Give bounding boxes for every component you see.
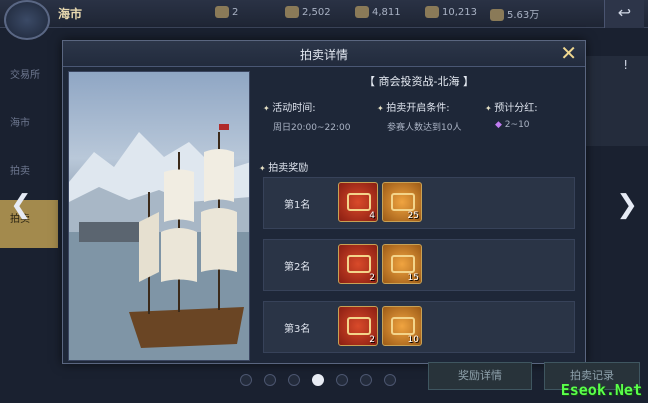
open-condition: 拍卖开启条件: 参赛人数达到10人: [377, 99, 461, 133]
chest-icon: [391, 193, 415, 211]
next-arrow-icon[interactable]: ❯: [616, 190, 638, 220]
page-dot[interactable]: [336, 374, 348, 386]
event-title: 【 商会投资战-北海 】: [364, 75, 474, 88]
background-panel: [584, 56, 648, 146]
dialog-header: 拍卖详情 ✕: [63, 41, 585, 67]
page-title: 海市: [58, 7, 83, 21]
watermark: Eseok.Net: [560, 381, 642, 399]
page-dot[interactable]: [240, 374, 252, 386]
red-chest-item[interactable]: 4: [338, 182, 378, 222]
dialog-title: 拍卖详情: [299, 48, 348, 62]
resource-gold: 10,213: [425, 6, 477, 18]
rank-row-1: 第1名 4 25: [263, 177, 575, 229]
logo-badge: [4, 0, 50, 40]
crystal-icon: [285, 6, 299, 18]
chest-icon: [391, 317, 415, 335]
chest-icon: [347, 317, 371, 335]
chest-icon: [347, 193, 371, 211]
coin-stack-icon: [355, 6, 369, 18]
resource-coin: 4,811: [355, 6, 401, 18]
side-tab-market[interactable]: 海市: [0, 104, 58, 152]
page-dot-active[interactable]: [312, 374, 324, 386]
crystal-icon: ◆: [495, 120, 502, 130]
silver-icon: [490, 9, 504, 21]
gold-chest-item[interactable]: 10: [382, 306, 422, 346]
resource-shell: 2: [215, 6, 238, 18]
back-arrow-icon: ↩: [617, 3, 632, 22]
page-dot[interactable]: [384, 374, 396, 386]
chest-icon: [347, 255, 371, 273]
reward-details-button[interactable]: 奖励详情: [428, 362, 532, 390]
rank-row-3: 第3名 2 10: [263, 301, 575, 353]
auction-info: 【 商会投资战-北海 】 活动时间: 周日20:00~22:00 拍卖开启条件:…: [259, 71, 579, 361]
shell-icon: [215, 6, 229, 18]
notice-icon: !: [623, 58, 628, 72]
back-button[interactable]: ↩: [604, 0, 644, 28]
expected-dividend: 预计分红: ◆ 2~10: [485, 99, 537, 130]
resource-silver: 5.63万: [490, 6, 539, 21]
auction-details-dialog: 拍卖详情 ✕ 【 商会投资战-北海 】 活动时间: 周日20:00~22:00: [62, 40, 586, 364]
gold-chest-item[interactable]: 15: [382, 244, 422, 284]
rewards-label: 拍卖奖励: [259, 159, 308, 174]
close-icon[interactable]: ✕: [560, 43, 577, 63]
red-chest-item[interactable]: 2: [338, 244, 378, 284]
gold-icon: [425, 6, 439, 18]
page-dot[interactable]: [288, 374, 300, 386]
gold-chest-item[interactable]: 25: [382, 182, 422, 222]
chest-icon: [391, 255, 415, 273]
prev-arrow-icon[interactable]: ❮: [10, 190, 32, 220]
page-dot[interactable]: [264, 374, 276, 386]
pagination-dots: [240, 374, 396, 386]
top-bar: 海市 2 2,502 4,811 10,213 5.63万 ↩: [0, 0, 648, 40]
ship-scene-image: [68, 71, 250, 361]
page-dot[interactable]: [360, 374, 372, 386]
rank-row-2: 第2名 2 15: [263, 239, 575, 291]
resource-crystal: 2,502: [285, 6, 331, 18]
side-tab-exchange[interactable]: 交易所: [0, 56, 58, 104]
red-chest-item[interactable]: 2: [338, 306, 378, 346]
activity-time: 活动时间: 周日20:00~22:00: [263, 99, 350, 133]
